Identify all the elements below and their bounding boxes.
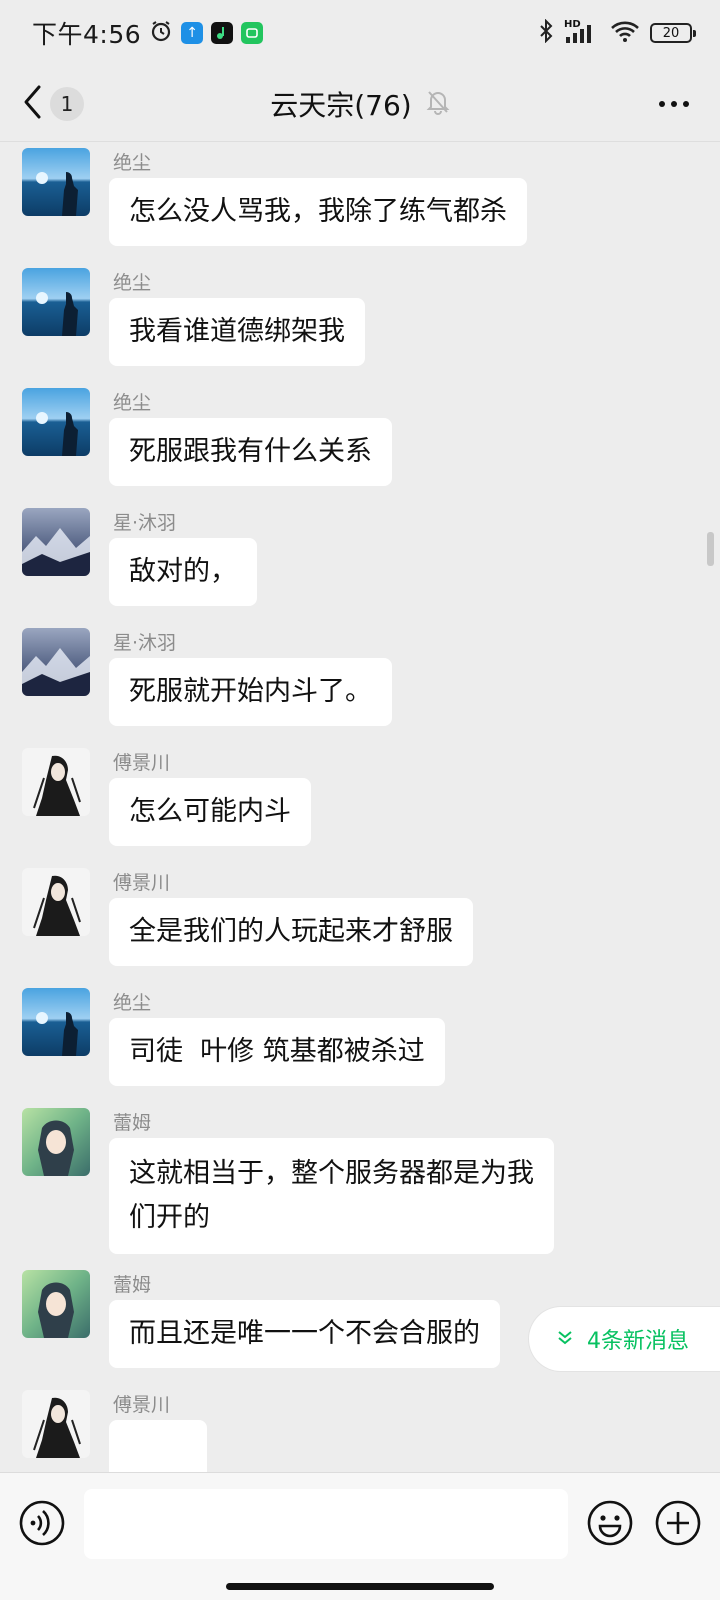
status-bar: 下午4:56 ↑ HD 20	[0, 0, 720, 66]
message-bubble[interactable]: 全是我们的人玩起来才舒服	[109, 898, 473, 966]
message-bubble[interactable]	[109, 1420, 207, 1472]
avatar[interactable]	[22, 1108, 90, 1176]
unread-count-badge[interactable]: 1	[50, 87, 84, 121]
sender-name: 绝尘	[113, 152, 152, 174]
message-bubble[interactable]: 怎么可能内斗	[109, 778, 311, 846]
message-line: 这就相当于，整个服务器都是为我	[129, 1158, 534, 1189]
avatar[interactable]	[22, 1390, 90, 1458]
upload-app-icon: ↑	[181, 22, 204, 44]
sender-name: 星·沐羽	[113, 512, 177, 534]
title-wrap: 云天宗(76)	[270, 84, 450, 124]
back-chevron-icon[interactable]	[22, 84, 44, 124]
avatar[interactable]	[22, 508, 90, 576]
plus-icon[interactable]	[654, 1499, 702, 1551]
messenger-app-icon	[241, 22, 264, 44]
sender-name: 蕾姆	[113, 1112, 152, 1134]
message-line: 们开的	[129, 1202, 210, 1233]
message-input[interactable]	[84, 1489, 568, 1559]
message-bubble[interactable]: 死服就开始内斗了。	[109, 658, 392, 726]
message-bubble[interactable]: 死服跟我有什么关系	[109, 418, 392, 486]
mute-bell-icon	[426, 89, 450, 119]
message-bubble[interactable]: 怎么没人骂我，我除了练气都杀	[109, 178, 527, 246]
avatar[interactable]	[22, 148, 90, 216]
avatar[interactable]	[22, 268, 90, 336]
sender-name: 傅景川	[113, 872, 171, 894]
battery-icon: 20	[650, 23, 696, 43]
bluetooth-icon	[538, 18, 554, 47]
sender-name: 星·沐羽	[113, 632, 177, 654]
back-button[interactable]: 1	[22, 84, 84, 124]
sender-name: 绝尘	[113, 392, 152, 414]
sender-name: 绝尘	[113, 992, 152, 1014]
avatar[interactable]	[22, 1270, 90, 1338]
message-bubble[interactable]: 我看谁道德绑架我	[109, 298, 365, 366]
input-bar	[0, 1472, 720, 1600]
chat-header: 1 云天宗(76)	[0, 66, 720, 142]
sender-name: 傅景川	[113, 752, 171, 774]
status-time: 下午4:56	[32, 20, 142, 49]
music-app-icon	[211, 22, 234, 44]
avatar[interactable]	[22, 388, 90, 456]
new-messages-label: 4条新消息	[587, 1329, 689, 1354]
more-dots-icon[interactable]	[658, 88, 690, 124]
sender-name: 绝尘	[113, 272, 152, 294]
message-bubble[interactable]: 而且还是唯一一个不会合服的	[109, 1300, 500, 1368]
emoji-icon[interactable]	[586, 1499, 634, 1551]
message-bubble[interactable]: 这就相当于，整个服务器都是为我 们开的	[109, 1138, 554, 1254]
message-bubble[interactable]: 敌对的，	[109, 538, 257, 606]
status-right: HD 20	[538, 18, 696, 47]
alarm-icon	[149, 19, 173, 47]
sender-name: 蕾姆	[113, 1274, 152, 1296]
home-indicator[interactable]	[226, 1583, 494, 1590]
voice-icon[interactable]	[18, 1499, 66, 1551]
scrollbar-thumb[interactable]	[707, 532, 714, 566]
new-messages-button[interactable]: 4条新消息	[528, 1306, 720, 1372]
sender-name: 傅景川	[113, 1394, 171, 1416]
message-list[interactable]: 绝尘 怎么没人骂我，我除了练气都杀 绝尘 我看谁道德绑架我 绝尘 死服跟我有什么…	[0, 142, 720, 1472]
signal-icon: HD	[564, 19, 600, 45]
avatar[interactable]	[22, 868, 90, 936]
avatar[interactable]	[22, 748, 90, 816]
status-left: 下午4:56 ↑	[32, 15, 264, 51]
chat-title: 云天宗(76)	[270, 88, 412, 122]
battery-level: 20	[662, 25, 680, 41]
avatar[interactable]	[22, 988, 90, 1056]
double-chevron-down-icon	[557, 1327, 573, 1352]
avatar[interactable]	[22, 628, 90, 696]
message-bubble[interactable]: 司徒 叶修 筑基都被杀过	[109, 1018, 445, 1086]
wifi-icon	[610, 19, 640, 47]
